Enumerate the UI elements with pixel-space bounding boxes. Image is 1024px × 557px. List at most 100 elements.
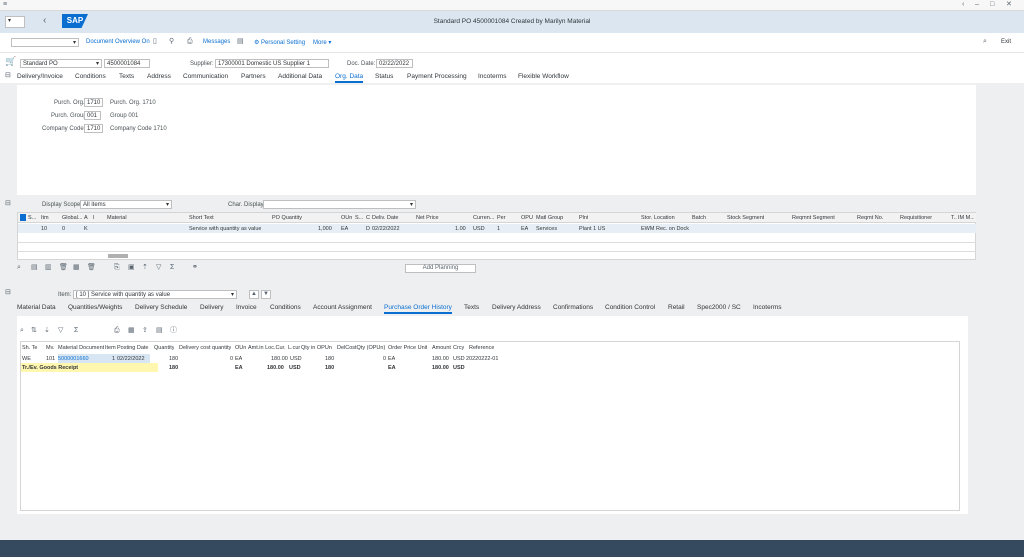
next-item-button[interactable]: ▼ <box>261 290 271 299</box>
history-row[interactable]: WE 101 5000001660 1 02/22/2022 180 0 EA … <box>21 354 501 363</box>
total-icon[interactable]: Σ <box>74 327 78 335</box>
col-acct[interactable]: A <box>84 215 88 221</box>
insert-row-icon[interactable]: ▦ <box>73 264 80 272</box>
paste-icon[interactable]: ▣ <box>128 264 135 272</box>
tab-invoice[interactable]: Invoice <box>236 304 257 311</box>
hcol-reference[interactable]: Reference <box>469 345 494 351</box>
add-planning-button[interactable]: Add Planning <box>405 264 476 273</box>
tab-delivery-address[interactable]: Delivery Address <box>492 304 541 311</box>
filter-icon[interactable]: ▽ <box>156 264 161 272</box>
messages-button[interactable]: Messages <box>203 39 230 45</box>
doc-date-field[interactable]: 02/22/2022 <box>376 59 413 68</box>
layout-icon[interactable]: ▤ <box>156 327 163 335</box>
search-icon[interactable]: ⌕ <box>983 38 987 46</box>
col-t[interactable]: T... <box>951 215 957 221</box>
col-i[interactable]: I <box>93 215 95 221</box>
tab-address[interactable]: Address <box>147 73 171 80</box>
hcol-lcur[interactable]: L.cur <box>288 345 300 351</box>
tab-retail[interactable]: Retail <box>668 304 685 311</box>
tab-status[interactable]: Status <box>375 73 393 80</box>
hcol-item[interactable]: Item <box>105 345 116 351</box>
col-global[interactable]: Global... <box>62 215 82 221</box>
col-requisitioner[interactable]: Requisitioner <box>900 215 932 221</box>
col-c[interactable]: C <box>366 215 370 221</box>
col-oun[interactable]: OUn <box>341 215 352 221</box>
hcol-amount[interactable]: Amount <box>432 345 451 351</box>
info-icon[interactable]: ⓘ <box>170 327 177 335</box>
link-icon[interactable]: ⚭ <box>192 264 198 272</box>
print-icon[interactable]: ⎙ <box>187 38 193 46</box>
tab-conditions-item[interactable]: Conditions <box>270 304 301 311</box>
tab-flexible-workflow[interactable]: Flexible Workflow <box>518 73 569 80</box>
display-scope-select[interactable]: All items ▾ <box>80 200 172 209</box>
add-row-icon[interactable]: ▤ <box>31 264 38 272</box>
command-field[interactable]: ▾ <box>11 38 79 47</box>
hcol-amt[interactable]: Amt.in Loc.Cur. <box>248 345 286 351</box>
more-menu[interactable]: More ▾ <box>313 39 331 46</box>
po-number-field[interactable]: 4500001084 <box>104 59 150 68</box>
delete-row-icon[interactable]: 🗑 <box>59 264 68 272</box>
supplier-field[interactable]: 17300001 Domestic US Supplier 1 <box>215 59 329 68</box>
view-icon[interactable]: ▦ <box>128 327 135 335</box>
col-im[interactable]: IM M... <box>958 215 974 221</box>
hcol-del-cost-qty[interactable]: Delivery cost quantity <box>179 345 231 351</box>
col-deliv-date[interactable]: Deliv. Date <box>372 215 399 221</box>
col-matl-group[interactable]: Matl Group <box>536 215 563 221</box>
tab-incoterms-item[interactable]: Incoterms <box>753 304 782 311</box>
document-icon[interactable]: ▯ <box>153 38 157 46</box>
col-stock-segment[interactable]: Stock Segment <box>727 215 764 221</box>
close-icon[interactable]: ✕ <box>1006 1 1012 9</box>
char-display-select[interactable]: ▾ <box>263 200 416 209</box>
back-nav-icon[interactable]: ‹ <box>962 1 964 9</box>
tab-additional-data[interactable]: Additional Data <box>278 73 322 80</box>
tab-confirmations[interactable]: Confirmations <box>553 304 593 311</box>
col-stor-location[interactable]: Stor. Location <box>641 215 675 221</box>
hcol-opu[interactable]: Order Price Unit <box>388 345 427 351</box>
col-item[interactable]: Itm <box>41 215 49 221</box>
col-reqmt-no[interactable]: Reqmt No. <box>857 215 883 221</box>
tab-delivery-invoice[interactable]: Delivery/Invoice <box>17 73 63 80</box>
col-material[interactable]: Material <box>107 215 127 221</box>
export-icon[interactable]: ⇪ <box>142 327 148 335</box>
horizontal-scrollbar[interactable] <box>108 254 128 258</box>
hcol-quantity[interactable]: Quantity <box>154 345 174 351</box>
tab-delivery-schedule[interactable]: Delivery Schedule <box>135 304 187 311</box>
personal-setting-button[interactable]: ⚙ Personal Setting <box>254 39 305 46</box>
col-batch[interactable]: Batch <box>692 215 706 221</box>
tab-conditions[interactable]: Conditions <box>75 73 106 80</box>
maximize-icon[interactable]: □ <box>990 1 994 9</box>
doc-type-select[interactable]: Standard PO ▾ <box>20 59 102 68</box>
col-net-price[interactable]: Net Price <box>416 215 439 221</box>
col-reqmnt-segment[interactable]: Reqmnt Segment <box>792 215 835 221</box>
col-short-text[interactable]: Short Text <box>189 215 214 221</box>
purch-org-field[interactable]: 1710 <box>84 98 103 107</box>
details-icon[interactable]: ⌕ <box>17 264 21 272</box>
collapse-header-icon[interactable]: ⊟ <box>5 72 11 80</box>
tab-delivery[interactable]: Delivery <box>200 304 223 311</box>
previous-item-button[interactable]: ▲ <box>249 290 259 299</box>
tab-partners[interactable]: Partners <box>241 73 266 80</box>
hcol-delcost-opun[interactable]: DelCostQty (OPUn) <box>337 345 385 351</box>
details-icon[interactable]: ▤ <box>237 38 244 46</box>
exit-button[interactable]: Exit <box>1001 39 1011 45</box>
collapse-items-icon[interactable]: ⊟ <box>5 200 11 208</box>
hcol-posting-date[interactable]: Posting Date <box>117 345 149 351</box>
company-code-field[interactable]: 1710 <box>84 124 103 133</box>
document-overview-button[interactable]: Document Overview On <box>86 39 150 45</box>
tab-payment-processing[interactable]: Payment Processing <box>407 73 467 80</box>
copy-row-icon[interactable]: ▥ <box>45 264 52 272</box>
hcol-crcy[interactable]: Crcy <box>453 345 464 351</box>
col-currency[interactable]: Curren... <box>473 215 495 221</box>
col-s[interactable]: S... <box>355 215 365 221</box>
hold-icon[interactable]: ⚲ <box>169 38 174 46</box>
col-per[interactable]: Per <box>497 215 506 221</box>
total-icon[interactable]: Σ <box>170 264 174 272</box>
tab-condition-control[interactable]: Condition Control <box>605 304 655 311</box>
tab-material-data[interactable]: Material Data <box>17 304 56 311</box>
tab-purchase-order-history[interactable]: Purchase Order History <box>384 304 452 314</box>
tab-org-data[interactable]: Org. Data <box>335 73 364 83</box>
menu-icon[interactable]: ≡ <box>3 1 7 9</box>
col-opu[interactable]: OPU <box>521 215 533 221</box>
table-row[interactable]: 10 0 K Service with quantity as value 1,… <box>18 224 976 233</box>
tab-quantities-weights[interactable]: Quantities/Weights <box>68 304 122 311</box>
